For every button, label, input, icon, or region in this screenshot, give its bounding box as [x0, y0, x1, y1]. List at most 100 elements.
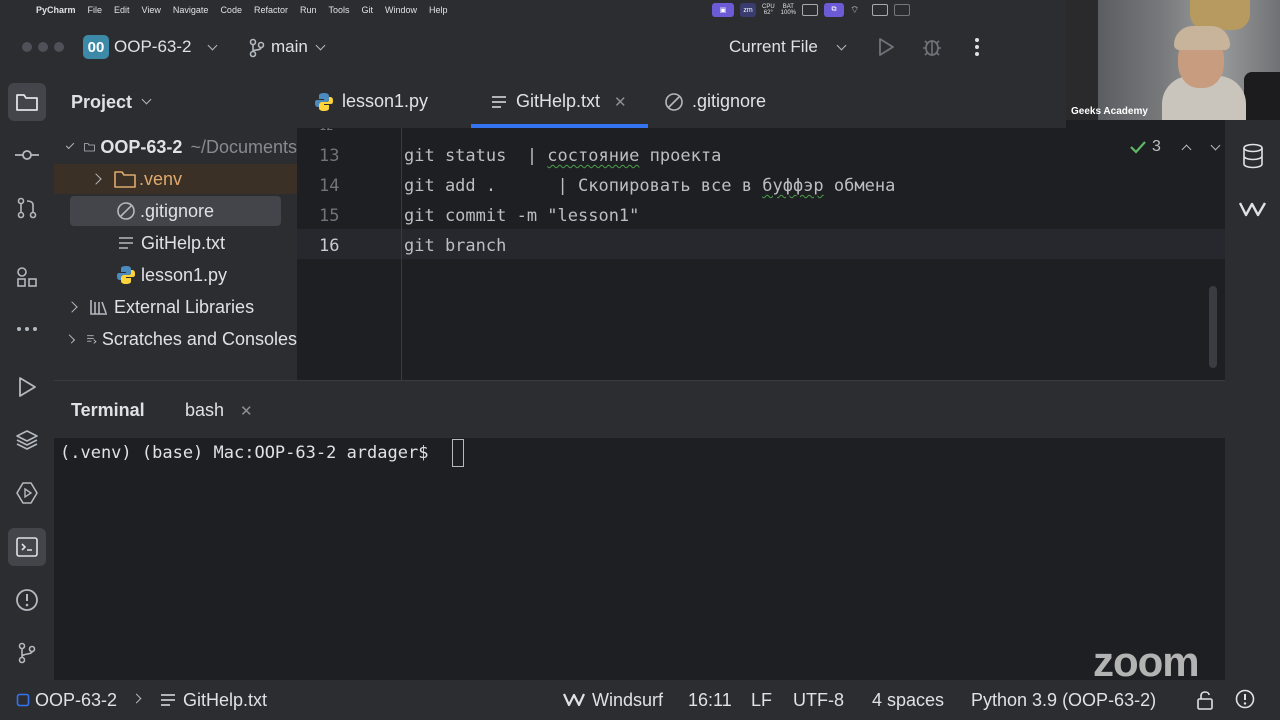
- chevron-down-icon[interactable]: [836, 40, 847, 51]
- tab-label: GitHelp.txt: [516, 91, 601, 111]
- breadcrumb-file[interactable]: GitHelp.txt: [183, 690, 267, 711]
- database-icon[interactable]: [1242, 143, 1264, 169]
- ignore-file-icon: [117, 202, 135, 220]
- notifications-icon[interactable]: [1235, 689, 1255, 709]
- code-editor[interactable]: 12 13 git status | состояние проекта 14 …: [297, 128, 1225, 380]
- panel-title[interactable]: Project: [71, 92, 132, 113]
- input-source-icon[interactable]: [894, 4, 911, 16]
- tree-item-gitignore[interactable]: .gitignore: [70, 196, 281, 226]
- commit-tool-button[interactable]: [8, 136, 46, 174]
- expand-arrow-icon[interactable]: [65, 334, 75, 344]
- chevron-down-icon[interactable]: [1210, 140, 1221, 151]
- code-text: git status |: [404, 146, 548, 166]
- tab-lesson1[interactable]: lesson1.py: [314, 91, 428, 112]
- tree-item-label: GitHelp.txt: [141, 232, 226, 253]
- screen-share-icon[interactable]: ▣: [712, 3, 734, 17]
- file-encoding[interactable]: UTF-8: [793, 690, 844, 711]
- layers-icon: [16, 430, 38, 450]
- menu-navigate[interactable]: Navigate: [173, 5, 209, 15]
- project-tool-button[interactable]: [8, 83, 46, 121]
- text-file-icon: [161, 694, 175, 706]
- cpu-value: 62°: [763, 10, 773, 16]
- menu-window[interactable]: Window: [385, 5, 417, 15]
- tab-gitignore[interactable]: .gitignore: [664, 91, 766, 112]
- code-line[interactable]: git status | состояние проекта: [404, 146, 721, 166]
- chevron-up-icon[interactable]: [1181, 144, 1192, 155]
- run-config-selector[interactable]: Current File: [729, 37, 818, 57]
- menu-view[interactable]: View: [142, 5, 161, 15]
- python-packages-tool-button[interactable]: [8, 421, 46, 459]
- code-line[interactable]: git commit -m "lesson1": [404, 206, 639, 226]
- menu-app-name[interactable]: PyCharm: [36, 5, 76, 15]
- project-badge[interactable]: 00: [83, 35, 109, 59]
- tree-item-scratches[interactable]: Scratches and Consoles: [54, 324, 297, 354]
- run-icon[interactable]: [877, 37, 895, 57]
- python-interpreter[interactable]: Python 3.9 (OOP-63-2): [971, 690, 1156, 711]
- run-tool-button[interactable]: [8, 368, 46, 406]
- window-switch-icon[interactable]: ⧉: [824, 3, 845, 17]
- editor-scrollbar[interactable]: [1209, 286, 1217, 368]
- terminal-panel[interactable]: Terminal bash ✕ (.venv) (base) Mac:OOP-6…: [54, 380, 1225, 680]
- close-icon[interactable]: ✕: [240, 402, 253, 420]
- lock-icon[interactable]: [1196, 690, 1214, 710]
- display-icon[interactable]: [872, 4, 889, 16]
- menu-git[interactable]: Git: [362, 5, 374, 15]
- git-tool-button[interactable]: [8, 634, 46, 672]
- menu-refactor[interactable]: Refactor: [254, 5, 288, 15]
- tree-root[interactable]: OOP-63-2 ~/Documents: [54, 132, 297, 162]
- more-horizontal-icon: [17, 327, 37, 331]
- windsurf-status[interactable]: Windsurf: [592, 690, 663, 711]
- chevron-down-icon[interactable]: [207, 40, 218, 51]
- tree-item-external-libraries[interactable]: External Libraries: [54, 292, 297, 322]
- menu-code[interactable]: Code: [220, 5, 242, 15]
- tab-githelp[interactable]: GitHelp.txt ✕: [490, 91, 627, 112]
- expand-arrow-icon[interactable]: [90, 173, 102, 185]
- code-line[interactable]: git add . | Скопировать все в буффэр обм…: [404, 176, 895, 196]
- inspection-widget[interactable]: 3: [1130, 138, 1221, 156]
- webcam-overlay: Geeks Academy: [1066, 0, 1280, 120]
- windsurf-icon[interactable]: [1239, 200, 1267, 218]
- tree-item-venv[interactable]: .venv: [54, 164, 297, 194]
- menu-tools[interactable]: Tools: [328, 5, 349, 15]
- battery-stat: BAT 100%: [781, 4, 796, 16]
- zoom-tray-icon[interactable]: zm: [740, 3, 756, 17]
- indent-setting[interactable]: 4 spaces: [872, 690, 944, 711]
- project-switcher[interactable]: OOP-63-2: [114, 37, 191, 57]
- terminal-tool-button[interactable]: [8, 528, 46, 566]
- git-branch-icon[interactable]: [248, 38, 266, 58]
- services-tool-button[interactable]: [8, 474, 46, 512]
- chevron-down-icon[interactable]: [315, 40, 326, 51]
- menu-run[interactable]: Run: [300, 5, 317, 15]
- pull-requests-tool-button[interactable]: [8, 189, 46, 227]
- terminal-cursor: [452, 439, 464, 467]
- line-number: 13: [319, 146, 340, 166]
- wifi-icon[interactable]: ⌔: [850, 4, 866, 16]
- expand-arrow-icon[interactable]: [66, 301, 78, 313]
- menu-edit[interactable]: Edit: [114, 5, 130, 15]
- breadcrumb-project[interactable]: OOP-63-2: [35, 690, 117, 711]
- caret-position[interactable]: 16:11: [688, 690, 732, 711]
- line-ending[interactable]: LF: [751, 690, 772, 711]
- spelling-warning[interactable]: буффэр: [762, 176, 823, 196]
- code-text: проекта: [639, 146, 722, 166]
- menu-help[interactable]: Help: [429, 5, 448, 15]
- tree-item-githelp[interactable]: GitHelp.txt: [54, 228, 297, 258]
- more-tools-button[interactable]: [8, 310, 46, 348]
- code-line[interactable]: git branch: [404, 236, 506, 256]
- spelling-warning[interactable]: состояние: [547, 146, 639, 166]
- menu-file[interactable]: File: [88, 5, 103, 15]
- structure-tool-button[interactable]: [8, 258, 46, 296]
- root-folder-name: OOP-63-2: [100, 136, 183, 157]
- problems-tool-button[interactable]: [8, 581, 46, 619]
- branch-switcher[interactable]: main: [271, 37, 308, 57]
- chevron-down-icon[interactable]: [141, 94, 152, 105]
- window-controls[interactable]: [22, 42, 64, 52]
- more-vertical-icon[interactable]: [972, 36, 982, 58]
- tree-item-lesson1[interactable]: lesson1.py: [54, 260, 297, 290]
- expand-arrow-icon[interactable]: [65, 140, 75, 150]
- close-icon[interactable]: ✕: [614, 93, 627, 111]
- keyboard-icon[interactable]: [802, 4, 819, 16]
- debug-icon[interactable]: [921, 36, 943, 58]
- terminal-tab-bash[interactable]: bash: [185, 400, 224, 421]
- inspection-count: 3: [1152, 138, 1161, 155]
